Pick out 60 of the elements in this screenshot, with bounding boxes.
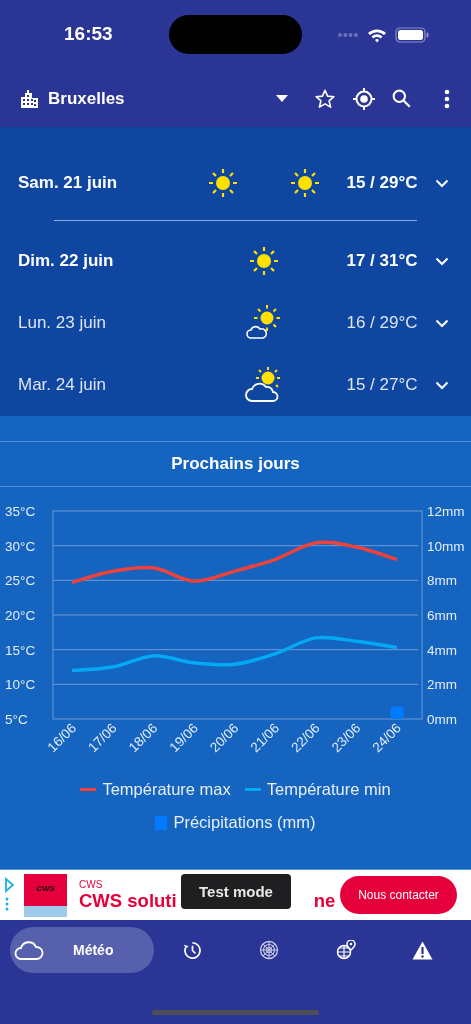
city-icon: [20, 89, 39, 108]
sun-cloud-icon: [245, 305, 282, 341]
day-label: Lun. 23 juin: [18, 313, 107, 333]
axis-tick-label: 20°C: [5, 608, 36, 623]
city-name[interactable]: Bruxelles: [48, 88, 125, 109]
axis-tick-label: 0mm: [427, 712, 457, 727]
ad-banner[interactable]: CWS CWS CWS soluti Test mode ne Nous contacter: [0, 869, 471, 920]
test-mode-toast: Test mode: [181, 874, 291, 909]
location-icon[interactable]: [352, 86, 376, 111]
ad-headline: ne: [313, 889, 336, 912]
axis-tick-label: 8mm: [427, 573, 457, 589]
advertiser-name: CWS: [79, 878, 104, 890]
legend-label: Température min: [266, 780, 391, 799]
legend-label: Précipitations (mm): [173, 813, 316, 832]
ad-headline: CWS soluti: [79, 889, 177, 912]
axis-tick-label: 35°C: [5, 504, 36, 519]
sun-icon: [207, 168, 238, 198]
day-label: Dim. 22 juin: [18, 251, 115, 271]
dropdown-caret-icon[interactable]: [276, 95, 288, 102]
nav-tab[interactable]: Météo: [10, 927, 154, 973]
status-time: 16:53: [64, 23, 114, 45]
chevron-down-icon[interactable]: [435, 178, 449, 188]
chevron-down-icon[interactable]: [435, 256, 449, 266]
advertiser-logo: CWS: [24, 873, 67, 917]
axis-tick-label: 2mm: [427, 677, 457, 693]
temperature-range: 17 / 31°C: [345, 251, 419, 271]
section-title: Prochains jours: [0, 441, 471, 487]
radar-icon: [259, 940, 280, 960]
signal-icon: [337, 32, 359, 38]
battery-icon: [395, 27, 429, 43]
axis-tick-label: 25°C: [5, 573, 36, 589]
globe-pin-icon: [335, 940, 356, 960]
more-icon[interactable]: [444, 88, 450, 109]
axis-tick-label: 10mm: [427, 538, 465, 554]
cloud-icon: [14, 939, 44, 961]
wifi-icon: [367, 27, 387, 43]
clock-icon: [182, 940, 202, 960]
chevron-down-icon[interactable]: [435, 380, 449, 390]
axis-tick-label: 5°C: [5, 712, 28, 727]
axis-tick-label: 12mm: [427, 504, 465, 519]
axis-tick-label: 15°C: [5, 642, 36, 658]
axis-tick-label: 30°C: [5, 538, 36, 554]
sun-icon: [248, 246, 279, 276]
search-icon[interactable]: [391, 88, 412, 109]
star-icon[interactable]: [314, 87, 336, 110]
warning-icon: [412, 940, 434, 960]
axis-tick-label: 10°C: [5, 677, 36, 693]
day-label: Mar. 24 juin: [18, 375, 107, 395]
temperature-range: 15 / 27°C: [345, 375, 419, 395]
chevron-down-icon[interactable]: [435, 318, 449, 328]
cloud-sun-icon: [244, 367, 283, 403]
ad-choices-icon[interactable]: [4, 877, 14, 913]
sun-icon: [289, 168, 320, 198]
contact-button[interactable]: Nous contacter: [340, 876, 457, 914]
temperature-range: 15 / 29°C: [345, 173, 419, 193]
axis-tick-label: 4mm: [427, 642, 457, 658]
axis-tick-label: 6mm: [427, 608, 457, 623]
temperature-range: 16 / 29°C: [345, 313, 419, 333]
legend-label: Température max: [102, 780, 231, 799]
day-label: Sam. 21 juin: [18, 173, 119, 193]
